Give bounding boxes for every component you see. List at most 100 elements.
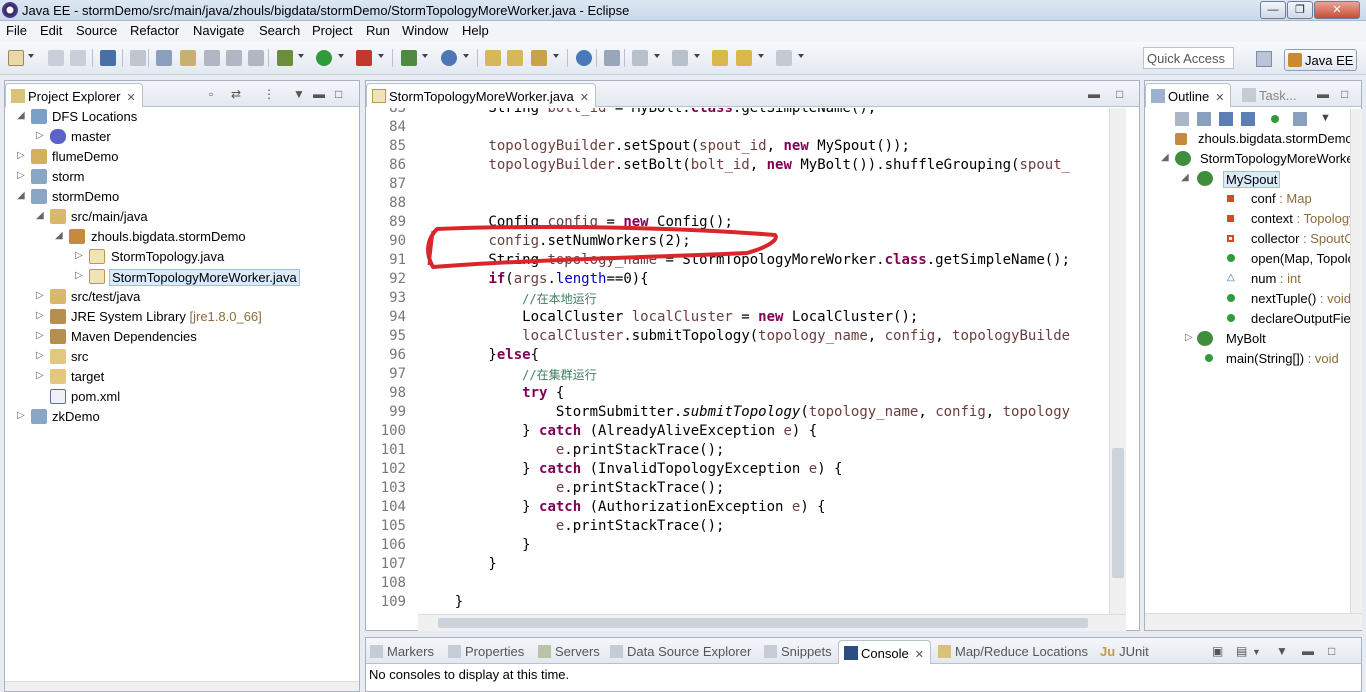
minimize-view-icon[interactable]: ▬	[1088, 87, 1100, 101]
tab-stormtopologymoreworker[interactable]: StormTopologyMoreWorker.java ✕	[366, 83, 596, 107]
refresh-icon[interactable]	[604, 50, 620, 66]
annotation-icon[interactable]	[248, 50, 264, 66]
edit-icon[interactable]	[204, 50, 220, 66]
tab-outline[interactable]: Outline ✕	[1145, 83, 1232, 107]
cut-icon[interactable]	[130, 50, 146, 66]
view-menu-icon[interactable]: ▼	[293, 87, 305, 101]
new-java-icon[interactable]	[401, 50, 417, 66]
outline-hscroll[interactable]	[1145, 613, 1362, 630]
maximize-view-icon[interactable]: □	[1341, 87, 1348, 101]
class-icon	[1175, 151, 1191, 166]
menu-navigate[interactable]: Navigate	[193, 23, 244, 38]
dfs-icon	[31, 109, 47, 124]
source-folder-icon	[50, 289, 66, 304]
quick-access-input[interactable]: Quick Access	[1143, 47, 1234, 69]
tab-junit[interactable]: Ju JUnit	[1100, 644, 1149, 659]
open-perspective-icon[interactable]	[1256, 51, 1272, 67]
menu-edit[interactable]: Edit	[40, 23, 62, 38]
sort-icon[interactable]	[1197, 112, 1211, 126]
view-menu-icon[interactable]: ▼	[1320, 112, 1331, 124]
editor-hscroll[interactable]	[418, 614, 1126, 631]
menu-run[interactable]: Run	[366, 23, 390, 38]
new-class-icon[interactable]	[441, 50, 457, 66]
save-all-icon[interactable]	[70, 50, 86, 66]
minimize-view-icon[interactable]: ▬	[1317, 87, 1329, 101]
prev-annotation-icon[interactable]	[672, 50, 688, 66]
search-icon[interactable]	[531, 50, 547, 66]
open-folder-icon[interactable]	[507, 50, 523, 66]
chevron-down-icon[interactable]: ▼	[1252, 647, 1261, 657]
tab-markers[interactable]: Markers	[370, 644, 434, 659]
minimize-view-icon[interactable]: ▬	[1302, 644, 1314, 658]
maximize-button[interactable]: ❐	[1287, 1, 1313, 19]
task-icon[interactable]	[226, 50, 242, 66]
hide-fields-icon[interactable]	[1219, 112, 1233, 126]
tab-project-explorer[interactable]: Project Explorer ✕	[5, 83, 143, 107]
menu-project[interactable]: Project	[312, 23, 352, 38]
tab-data-source-explorer[interactable]: Data Source Explorer	[610, 644, 751, 659]
tab-console[interactable]: Console ✕	[838, 640, 931, 664]
open-console-icon[interactable]: ▤	[1236, 644, 1247, 658]
tab-tasks[interactable]: Task...	[1237, 83, 1303, 107]
globe-icon[interactable]	[576, 50, 592, 66]
back-icon[interactable]	[736, 50, 752, 66]
menu-window[interactable]: Window	[402, 23, 448, 38]
next-annotation-icon[interactable]	[632, 50, 648, 66]
console-message: No consoles to display at this time.	[369, 667, 570, 682]
view-menu-icon[interactable]: ▼	[1276, 644, 1288, 658]
editor-vscroll[interactable]	[1109, 108, 1126, 614]
explorer-hscroll[interactable]	[5, 681, 359, 691]
close-button[interactable]: ✕	[1314, 1, 1360, 19]
menu-refactor[interactable]: Refactor	[130, 23, 179, 38]
project-icon	[31, 149, 47, 164]
close-icon[interactable]: ✕	[126, 92, 135, 104]
maximize-view-icon[interactable]: □	[335, 87, 342, 101]
tab-snippets[interactable]: Snippets	[764, 644, 832, 659]
tab-map-reduce-locations[interactable]: Map/Reduce Locations	[938, 644, 1088, 659]
scroll-thumb[interactable]	[1112, 448, 1124, 578]
menu-source[interactable]: Source	[76, 23, 117, 38]
tab-properties[interactable]: Properties	[448, 644, 524, 659]
close-icon[interactable]: ✕	[915, 649, 924, 661]
last-edit-icon[interactable]	[712, 50, 728, 66]
close-icon[interactable]: ✕	[1215, 92, 1224, 104]
hide-nonpublic-icon[interactable]	[1271, 115, 1279, 123]
database-icon	[610, 645, 623, 658]
hide-local-icon[interactable]	[1293, 112, 1307, 126]
forward-icon[interactable]	[776, 50, 792, 66]
tab-servers[interactable]: Servers	[538, 644, 600, 659]
hide-static-icon[interactable]	[1241, 112, 1255, 126]
project-icon	[31, 409, 47, 424]
save-icon[interactable]	[48, 50, 64, 66]
servers-icon	[538, 645, 551, 658]
snippets-icon	[764, 645, 777, 658]
collapse-icon[interactable]	[1175, 112, 1189, 126]
display-console-icon[interactable]: ▣	[1212, 644, 1223, 658]
pin-icon[interactable]	[156, 50, 172, 66]
folder-icon	[50, 349, 66, 364]
collapse-all-icon[interactable]: ▫	[209, 87, 213, 101]
minimize-button[interactable]: —	[1260, 1, 1286, 19]
maximize-view-icon[interactable]: □	[1328, 644, 1335, 658]
close-icon[interactable]: ✕	[580, 92, 589, 104]
java-file-icon	[89, 269, 105, 284]
code-area[interactable]: 83 String bolt_id = MyBolt.class.getSimp…	[367, 108, 1110, 614]
outline-vscroll[interactable]	[1350, 109, 1362, 614]
brush-icon[interactable]	[180, 50, 196, 66]
console-icon[interactable]	[100, 50, 116, 66]
perspective-java-ee[interactable]: Java EE	[1284, 49, 1357, 71]
open-type-icon[interactable]	[485, 50, 501, 66]
link-editor-icon[interactable]: ⇄	[231, 87, 241, 101]
minimize-view-icon[interactable]: ▬	[313, 87, 325, 101]
menu-help[interactable]: Help	[462, 23, 489, 38]
chevron-down-icon[interactable]	[28, 54, 34, 58]
filter-icon[interactable]: ⋮	[263, 87, 275, 101]
debug-icon[interactable]	[277, 50, 293, 66]
menu-file[interactable]: File	[6, 23, 27, 38]
menu-search[interactable]: Search	[259, 23, 300, 38]
run-icon[interactable]	[316, 50, 332, 66]
maximize-view-icon[interactable]: □	[1116, 87, 1123, 101]
scroll-thumb[interactable]	[438, 618, 1088, 628]
external-tools-icon[interactable]	[356, 50, 372, 66]
new-icon[interactable]	[8, 50, 24, 66]
